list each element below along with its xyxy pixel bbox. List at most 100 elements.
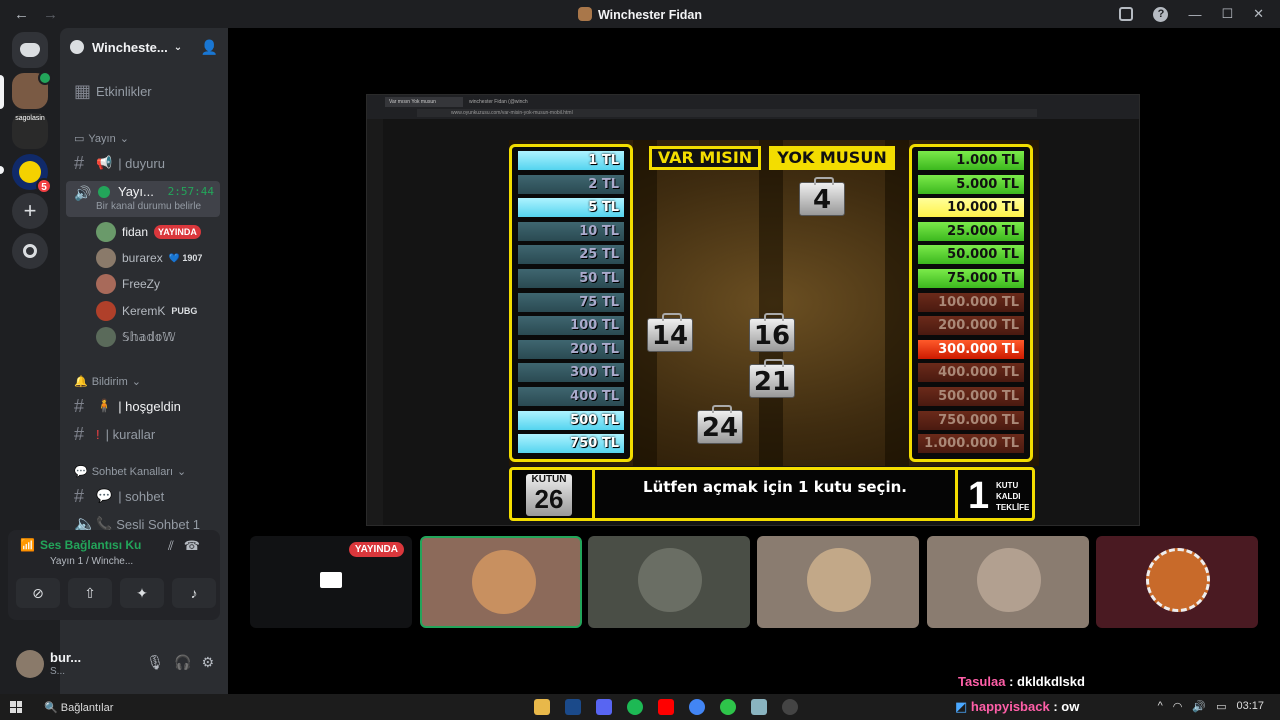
server-icon-winchester[interactable] <box>12 71 52 109</box>
system-tray: ^ ◠ 🔊 ▭ 03:17 <box>1158 700 1264 713</box>
tv-icon: ▭ <box>74 133 85 145</box>
noise-suppression-icon[interactable]: ⫽ <box>168 538 184 553</box>
chat-line: Tasulaa : dkldkdlskd <box>958 674 1085 689</box>
clock[interactable]: 03:17 <box>1236 700 1264 713</box>
disconnect-icon[interactable]: ☎ <box>184 538 210 553</box>
case-24[interactable]: 24 <box>697 405 743 444</box>
connected-channel[interactable]: Yayın 1 / Winche... <box>50 556 133 567</box>
spotify-icon[interactable] <box>627 699 643 715</box>
participant-tile[interactable] <box>588 536 750 628</box>
add-server-button[interactable]: + <box>12 193 48 229</box>
offer-text: KUTU KALDI TEKLİFE <box>996 480 1029 513</box>
server-header[interactable]: Wincheste... ⌄ 👤 <box>60 28 228 66</box>
soundboard-button[interactable]: ♪ <box>172 578 216 608</box>
microphone-icon[interactable]: 🎙 <box>146 654 164 671</box>
shared-screen[interactable]: Var mısın Yok musun winchester Fidan (@w… <box>366 94 1140 526</box>
image-viewer-icon[interactable] <box>751 699 767 715</box>
participant-tile[interactable] <box>1096 536 1258 628</box>
case-21[interactable]: 21 <box>749 359 795 398</box>
set-status-link[interactable]: Bir kanal durumu belirle <box>96 201 201 212</box>
voice-user[interactable]: fidan YAYINDA <box>96 220 201 244</box>
chat-text: : dkldkdlskd <box>1009 674 1085 689</box>
avatar <box>96 222 116 242</box>
battery-icon[interactable]: ▭ <box>1216 700 1226 713</box>
case-16[interactable]: 16 <box>749 313 795 352</box>
settings-icon[interactable] <box>782 699 798 715</box>
headphones-icon[interactable]: 🎧 <box>174 654 191 671</box>
case-4[interactable]: 4 <box>799 177 845 216</box>
avatar <box>96 274 116 294</box>
youtube-icon[interactable] <box>658 699 674 715</box>
wifi-icon[interactable]: ◠ <box>1173 700 1183 713</box>
invite-user-icon[interactable]: 👤 <box>201 39 218 56</box>
participant-tiles: YAYINDA <box>250 536 1258 628</box>
hash-icon: # <box>74 152 85 173</box>
participant-tile[interactable] <box>757 536 919 628</box>
voice-user[interactable]: 𝕊𝕙𝕒𝕕𝕠𝕎 <box>96 325 176 349</box>
whatsapp-icon[interactable] <box>720 699 736 715</box>
channel-label: | hoşgeldin <box>118 398 181 414</box>
back-arrow-icon[interactable]: ← <box>14 6 29 23</box>
taskbar-search[interactable]: 🔍 Bağlantılar <box>44 701 113 714</box>
exclamation-icon: ! <box>96 426 100 442</box>
prize-left-0: 1 TL <box>518 151 624 170</box>
category-label: Bildirim <box>91 375 128 388</box>
search-label: Bağlantılar <box>60 701 114 714</box>
home-button[interactable] <box>12 32 48 68</box>
bell-icon: 🔔 <box>74 376 88 388</box>
channel-kurallar[interactable]: #! | kurallar <box>66 421 220 447</box>
server-icon-fenerbahce[interactable]: 5 <box>12 154 52 194</box>
help-icon[interactable]: ? <box>1153 6 1169 22</box>
prize-right-1: 5.000 TL <box>918 174 1024 194</box>
windows-start-icon[interactable] <box>10 701 22 713</box>
steam-icon[interactable] <box>565 699 581 715</box>
voice-user[interactable]: burarex 💙 1907 <box>96 246 202 270</box>
discord-icon[interactable] <box>596 699 612 715</box>
channel-duyuru[interactable]: # 📢 | duyuru <box>66 150 220 176</box>
stream-tile[interactable]: YAYINDA <box>250 536 412 628</box>
voice-active-badge <box>38 71 52 85</box>
case-14[interactable]: 14 <box>647 313 693 352</box>
screen-share-button[interactable]: ⇧ <box>68 578 112 608</box>
prize-right-7: 200.000 TL <box>918 316 1024 336</box>
server-icon-sagolasin[interactable]: sagolasin <box>12 113 48 149</box>
category-yayin[interactable]: ▭ Yayın ⌄ <box>74 132 129 146</box>
activities-button[interactable]: ✦ <box>120 578 164 608</box>
folder-icon[interactable] <box>534 699 550 715</box>
inbox-icon[interactable] <box>1119 7 1134 21</box>
prize-left-1: 2 TL <box>518 174 624 194</box>
camera-off-button[interactable]: ⊘ <box>16 578 60 608</box>
events-item[interactable]: ▦ Etkinlikler <box>66 78 220 104</box>
channel-sohbet[interactable]: # 💬 | sohbet <box>66 483 220 509</box>
chevron-down-icon: ⌄ <box>131 376 141 388</box>
volume-icon[interactable]: 🔊 <box>1192 700 1206 713</box>
maximize-icon[interactable]: ☐ <box>1221 6 1233 22</box>
gear-icon[interactable]: ⚙ <box>201 654 214 671</box>
explore-button[interactable] <box>12 233 48 269</box>
channel-hosgeldin[interactable]: # 🧍 | hoşgeldin <box>66 393 220 419</box>
voice-user[interactable]: FreeZy <box>96 272 160 296</box>
participant-tile[interactable] <box>420 536 582 628</box>
chrome-icon[interactable] <box>689 699 705 715</box>
voice-connection-panel: 📶 Ses Bağlantısı Ku Yayın 1 / Winche... ⫽… <box>8 530 220 620</box>
category-sohbet[interactable]: 💬 Sohbet Kanalları ⌄ <box>74 465 186 479</box>
browser-toolbar: Var mısın Yok musun winchester Fidan (@w… <box>367 95 1139 119</box>
minimize-icon[interactable]: — <box>1188 7 1201 22</box>
prize-right-6: 100.000 TL <box>918 292 1024 312</box>
participant-tile[interactable] <box>927 536 1089 628</box>
voice-user[interactable]: KeremK PUBG <box>96 299 197 323</box>
prize-right-5: 75.000 TL <box>918 269 1024 288</box>
chevron-up-icon[interactable]: ^ <box>1158 700 1163 713</box>
chat-bubble-icon: 💬 <box>96 488 113 503</box>
user-name: KeremK <box>122 304 166 318</box>
avatar[interactable] <box>16 650 44 678</box>
offer-counter: 1 KUTU KALDI TEKLİFE <box>964 474 1034 518</box>
category-bildirim[interactable]: 🔔 Bildirim ⌄ <box>74 375 141 389</box>
prize-right-12: 1.000.000 TL <box>918 434 1024 454</box>
your-case: KUTUN 26 <box>526 474 572 516</box>
voice-channel-yayin[interactable]: 🔊 Yayı... 2:57:44 Bir kanal durumu belir… <box>66 181 220 217</box>
forward-arrow-icon[interactable]: → <box>43 6 58 23</box>
close-icon[interactable]: ✕ <box>1253 6 1264 22</box>
game-board: 1 TL 2 TL 5 TL 10 TL 25 TL 50 TL 75 TL 100 TL 20… <box>509 140 1039 522</box>
chat-text: : ow <box>1053 699 1080 714</box>
